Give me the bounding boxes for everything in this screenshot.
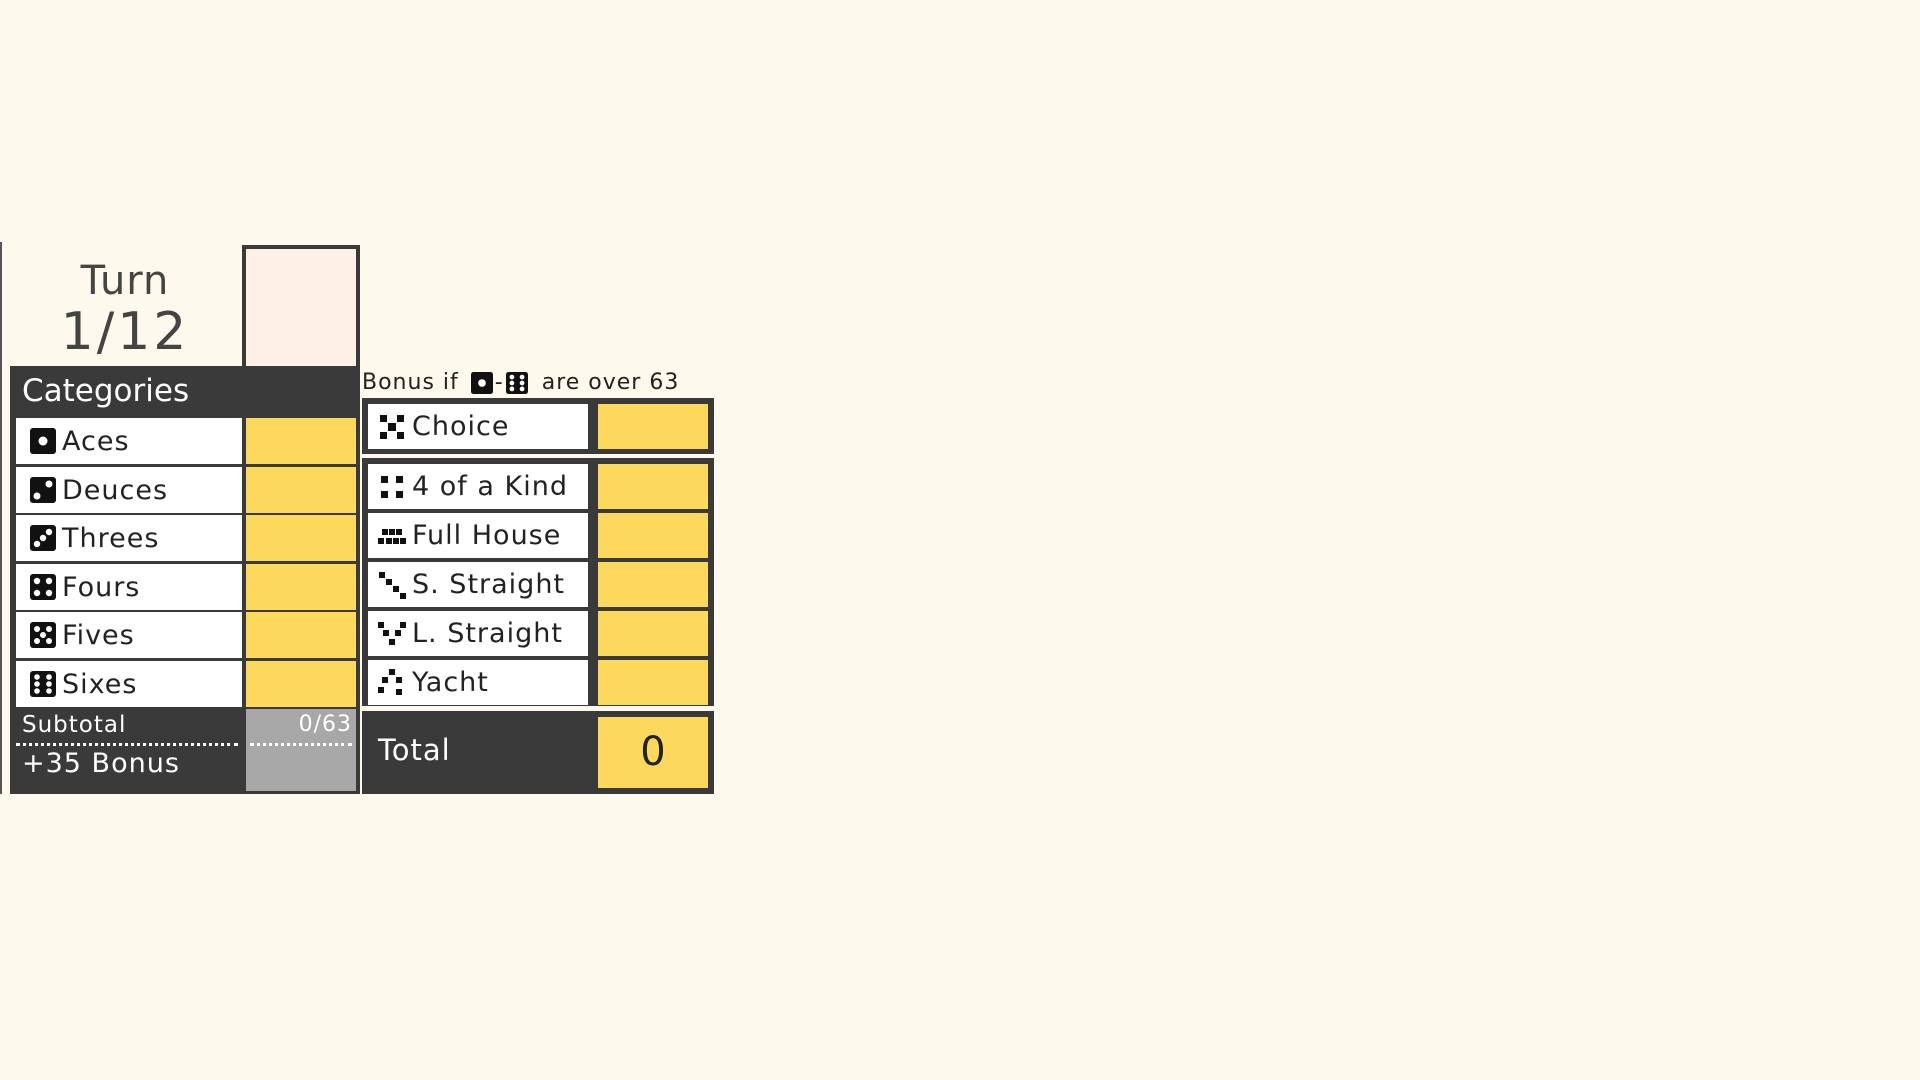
category-label: Yacht [412,667,489,698]
die-six-icon [30,671,56,697]
total-label: Total [378,733,451,767]
die-one-icon [470,371,493,394]
bonus-note-suffix: are over 63 [541,370,680,395]
category-label: 4 of a Kind [412,471,568,502]
category-sixes[interactable]: Sixes [16,661,242,707]
choice-icon [380,414,404,439]
category-four-of-a-kind[interactable]: 4 of a Kind [368,464,588,509]
turn-counter: 1/12 [60,302,190,362]
category-full-house[interactable]: Full House [368,513,588,558]
category-choice[interactable]: Choice [368,404,588,449]
category-small-straight[interactable]: S. Straight [368,562,588,607]
score-cell-small-straight[interactable] [598,562,708,607]
score-cell-large-straight[interactable] [598,611,708,656]
bonus-condition-note: Bonus if - are over 63 [362,370,679,395]
small-straight-icon [379,571,406,599]
category-label: S. Straight [412,569,566,600]
score-cell-deuces[interactable] [246,467,356,513]
score-cell-fives[interactable] [246,612,356,658]
left-edge-divider [0,242,2,794]
score-cell-threes[interactable] [246,515,356,561]
die-five-icon [30,622,56,648]
score-cell-aces[interactable] [246,418,356,464]
categories-header: Categories [22,373,190,409]
die-six-icon [505,371,528,394]
category-label: Fours [62,571,141,603]
score-cell-choice[interactable] [598,404,708,449]
score-cell-four-of-a-kind[interactable] [598,464,708,509]
category-fives[interactable]: Fives [16,612,242,658]
category-label: Fives [62,619,135,651]
category-deuces[interactable]: Deuces [16,467,242,513]
full-house-icon [378,528,406,544]
bonus-note-dash: - [494,370,504,395]
die-one-icon [30,428,56,454]
category-label: Choice [412,411,510,442]
yacht-icon [378,668,402,695]
bonus-label: +35 Bonus [22,748,180,779]
turn-label: Turn [80,258,170,304]
large-straight-icon [378,621,406,645]
category-label: Deuces [62,474,169,506]
category-label: L. Straight [412,618,563,649]
score-cell-fours[interactable] [246,564,356,610]
die-four-icon [30,574,56,600]
category-fours[interactable]: Fours [16,564,242,610]
die-two-icon [30,477,56,503]
total-score: 0 [598,717,708,788]
score-cell-yacht[interactable] [598,660,708,705]
category-threes[interactable]: Threes [16,515,242,561]
subtotal-value: 0/63 [298,712,352,737]
die-three-icon [30,525,56,551]
bonus-note-prefix: Bonus if [362,370,459,395]
score-cell-full-house[interactable] [598,513,708,558]
subtotal-label: Subtotal [22,712,127,738]
category-label: Full House [412,520,562,551]
category-aces[interactable]: Aces [16,418,242,464]
category-label: Sixes [62,668,138,700]
score-cell-sixes[interactable] [246,661,356,707]
category-large-straight[interactable]: L. Straight [368,611,588,656]
four-of-a-kind-icon [381,475,403,498]
category-yacht[interactable]: Yacht [368,660,588,705]
turn-indicator: Turn 1/12 [10,248,240,368]
category-label: Aces [62,425,130,457]
dotted-divider [16,743,238,746]
category-label: Threes [62,522,160,554]
dotted-divider [250,743,352,746]
